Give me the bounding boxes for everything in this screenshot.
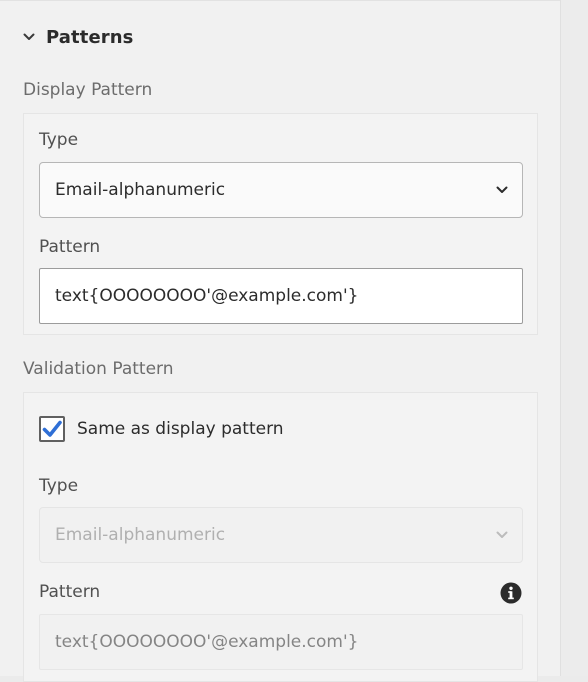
display-pattern-label: Display Pattern: [23, 80, 153, 100]
patterns-section-header[interactable]: Patterns: [22, 25, 133, 49]
validation-type-label: Type: [39, 476, 79, 496]
chevron-down-icon: [22, 30, 36, 44]
section-title: Patterns: [46, 26, 134, 48]
display-type-value: Email-alphanumeric: [55, 180, 226, 200]
display-type-select[interactable]: Email-alphanumeric: [39, 162, 523, 218]
display-pattern-field-label: Pattern: [39, 237, 101, 257]
chevron-down-icon: [482, 162, 522, 218]
validation-pattern-field-label: Pattern: [39, 582, 101, 602]
info-icon[interactable]: [500, 582, 522, 604]
same-as-display-checkbox[interactable]: [39, 416, 65, 442]
validation-type-value: Email-alphanumeric: [55, 525, 226, 545]
panel-gutter: [560, 0, 588, 676]
validation-type-select: Email-alphanumeric: [39, 507, 523, 563]
checkmark-icon: [42, 420, 62, 437]
properties-panel: Patterns Display Pattern Type Email-alph…: [0, 0, 560, 682]
same-as-display-checkbox-row[interactable]: Same as display pattern: [39, 416, 284, 442]
validation-pattern-input: [39, 614, 523, 670]
display-type-label: Type: [39, 130, 79, 150]
validation-pattern-label: Validation Pattern: [23, 359, 174, 379]
display-pattern-input[interactable]: [39, 268, 523, 324]
chevron-down-icon: [482, 507, 522, 563]
same-as-display-label: Same as display pattern: [77, 419, 284, 439]
